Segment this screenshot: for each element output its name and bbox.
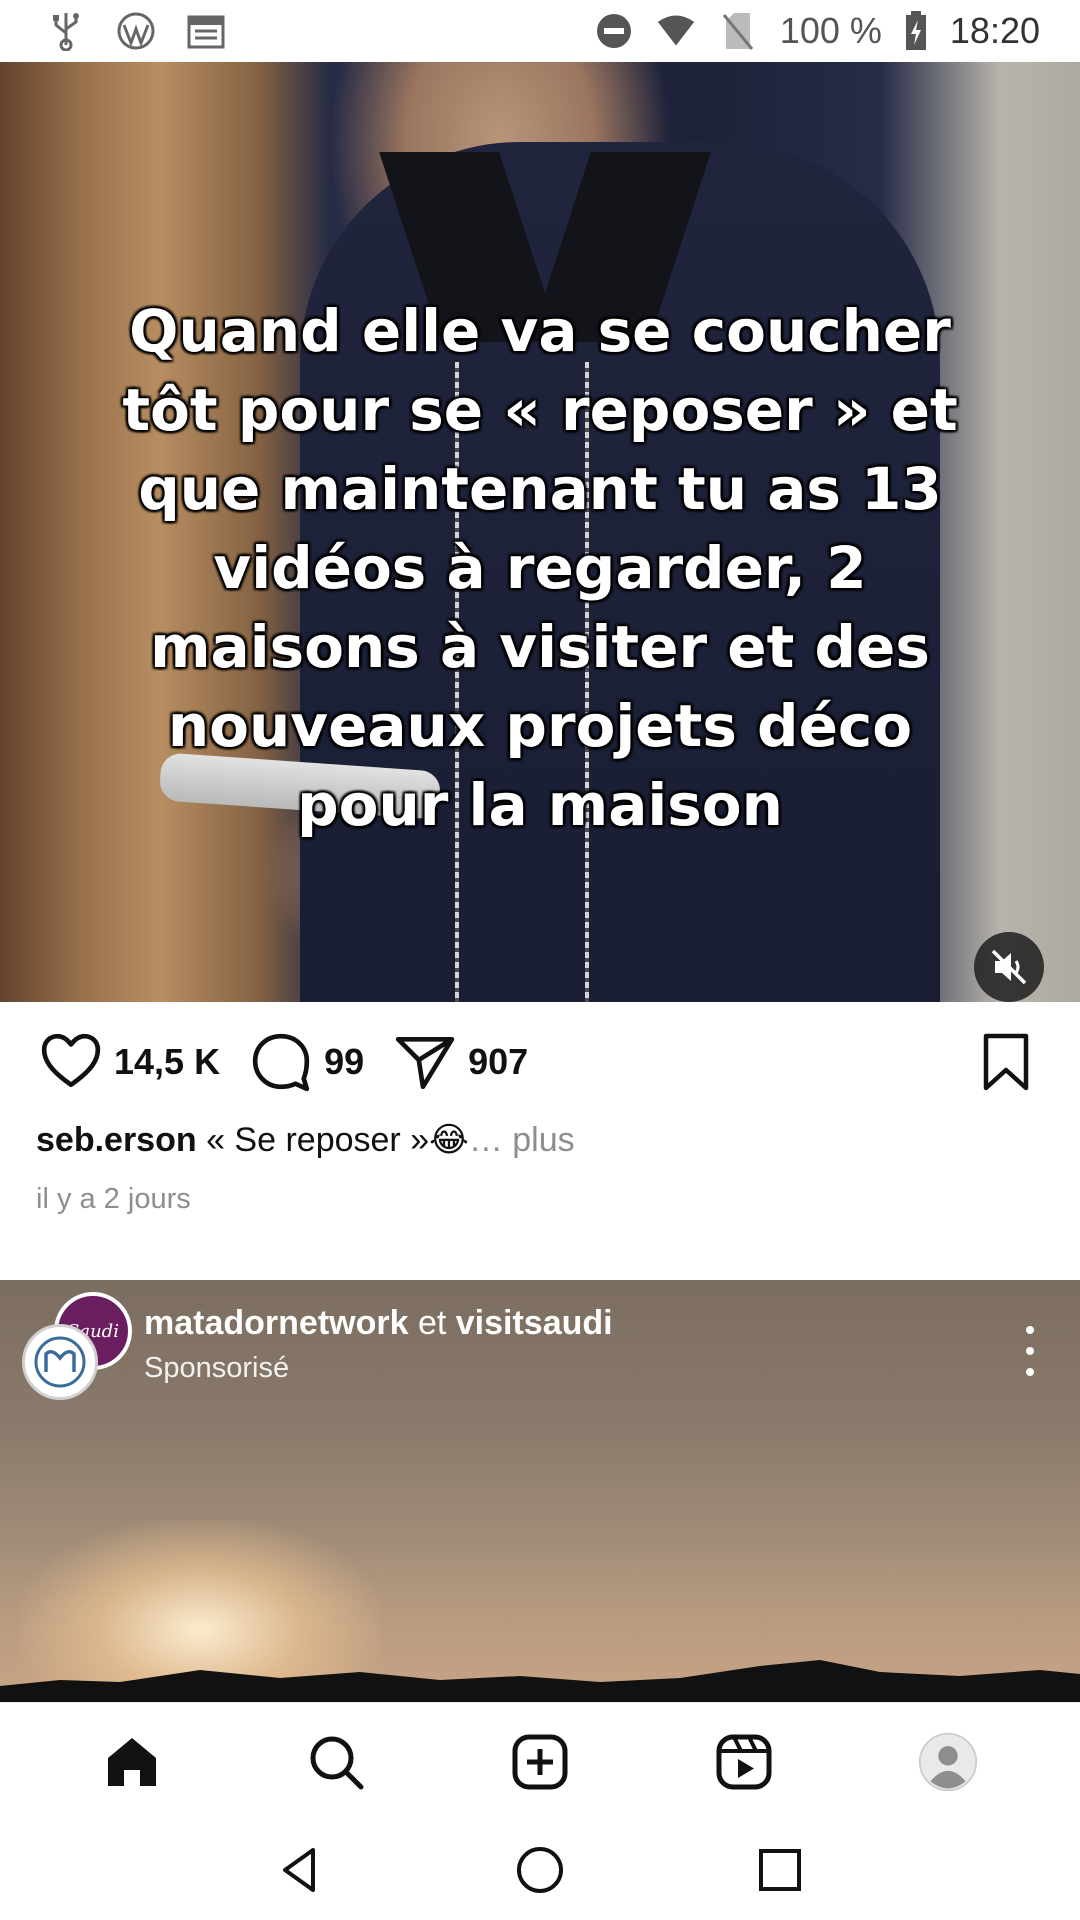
nav-search[interactable]: [296, 1722, 376, 1802]
matadornetwork-avatar[interactable]: [22, 1324, 98, 1400]
sponsored-label: Sponsorisé: [144, 1352, 290, 1384]
calendar-icon: [186, 11, 226, 51]
wordpress-icon: [116, 11, 156, 51]
speaker-muted-icon: [991, 949, 1027, 985]
account-matadornetwork[interactable]: matadornetwork: [144, 1304, 409, 1342]
caption-username[interactable]: seb.erson: [36, 1121, 197, 1159]
comment-count: 99: [324, 1041, 365, 1082]
save-button[interactable]: [976, 1032, 1036, 1092]
bottom-navigation: [0, 1702, 1080, 1820]
system-back-button[interactable]: [260, 1830, 340, 1910]
battery-charging-icon: [904, 11, 928, 51]
clock: 18:20: [949, 10, 1040, 51]
wifi-icon: [656, 11, 696, 51]
more-options-icon[interactable]: [1020, 1326, 1040, 1376]
heart-icon: [41, 1033, 101, 1088]
back-icon: [283, 1848, 315, 1892]
sponsor-accounts: matadornetwork et visitsaudi: [144, 1304, 613, 1342]
like-count: 14,5 K: [114, 1041, 221, 1082]
profile-icon: [918, 1732, 978, 1791]
nav-reels[interactable]: [704, 1722, 784, 1802]
matador-logo-icon: [34, 1336, 86, 1388]
bookmark-icon: [983, 1033, 1029, 1091]
comment-icon: [252, 1033, 310, 1092]
post-action-bar: 14,5 K 99 907: [0, 1002, 1080, 1122]
post-timestamp: il y a 2 jours: [36, 1183, 191, 1215]
video-overlay-text: Quand elle va se coucher tôt pour se « r…: [122, 297, 958, 839]
recents-icon: [759, 1849, 801, 1891]
like-button[interactable]: 14,5 K: [40, 1031, 220, 1093]
nav-profile[interactable]: [908, 1722, 988, 1802]
share-button[interactable]: 907: [394, 1031, 528, 1093]
caption-more-link[interactable]: … plus: [469, 1121, 575, 1159]
search-icon: [310, 1736, 364, 1789]
sponsor-avatars[interactable]: Saudi: [22, 1292, 132, 1402]
usb-icon: [46, 11, 86, 51]
status-bar: 100 % 18:20: [0, 0, 1080, 62]
system-recents-button[interactable]: [740, 1830, 820, 1910]
home-icon: [108, 1737, 156, 1786]
battery-percentage: 100 %: [779, 10, 882, 51]
no-sim-icon: [718, 11, 758, 51]
sponsored-post[interactable]: Saudi matadornetwork et visitsaudi Spons…: [0, 1280, 1080, 1702]
mute-button[interactable]: [974, 932, 1044, 1002]
create-icon: [512, 1734, 568, 1789]
reels-icon: [716, 1734, 772, 1789]
nav-home[interactable]: [92, 1722, 172, 1802]
send-icon: [395, 1036, 455, 1090]
account-visitsaudi[interactable]: visitsaudi: [456, 1304, 613, 1342]
nav-create[interactable]: [500, 1722, 580, 1802]
home-circle-icon: [517, 1847, 563, 1893]
do-not-disturb-icon: [594, 11, 634, 51]
post-video[interactable]: Quand elle va se coucher tôt pour se « r…: [0, 62, 1080, 1002]
caption-text: « Se reposer »😂: [196, 1121, 469, 1159]
post-caption[interactable]: seb.erson « Se reposer »😂… plus: [36, 1120, 575, 1160]
system-navigation: [0, 1820, 1080, 1920]
comment-button[interactable]: 99: [250, 1031, 364, 1093]
mountain-silhouette: [0, 1660, 1080, 1702]
share-count: 907: [468, 1041, 529, 1082]
system-home-button[interactable]: [500, 1830, 580, 1910]
